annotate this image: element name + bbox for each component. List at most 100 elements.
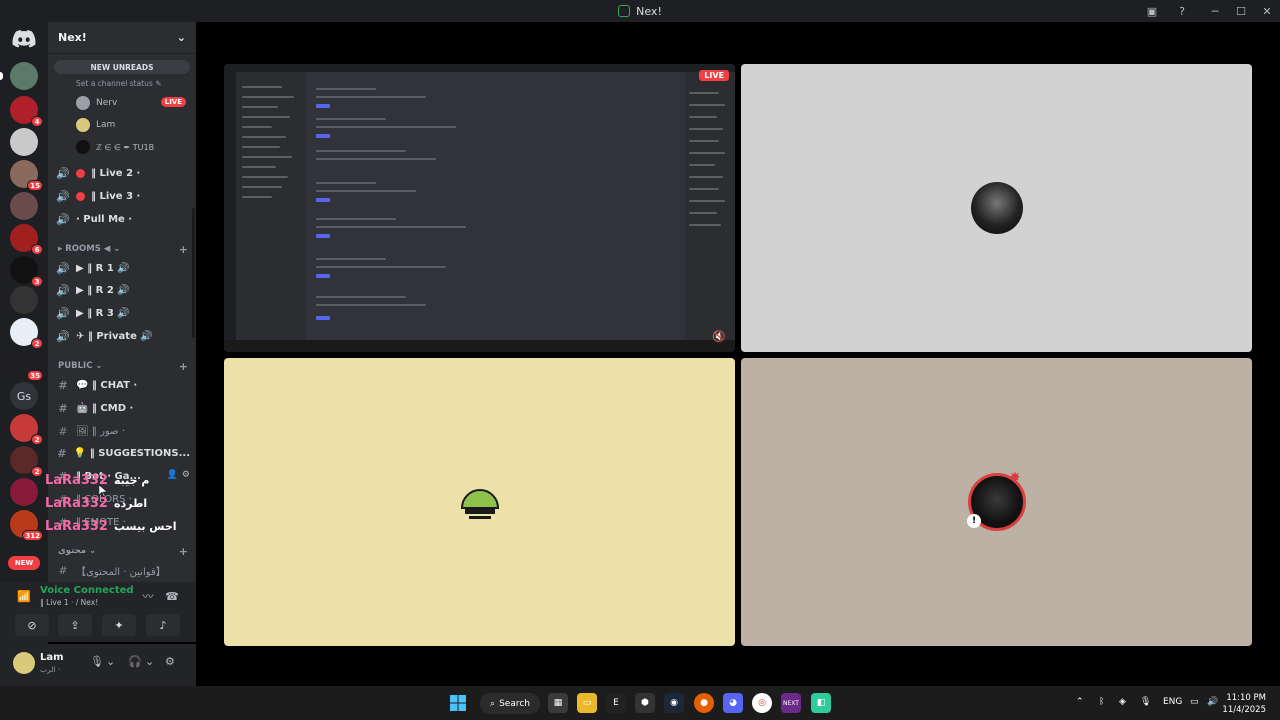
mention-badge: 312 xyxy=(22,530,43,541)
volume-icon[interactable]: 🔊 xyxy=(1207,697,1218,707)
help-icon[interactable]: ? xyxy=(1174,3,1190,19)
next-app-icon[interactable]: NEXT xyxy=(781,693,801,713)
soundboard-button[interactable]: ♪ xyxy=(146,614,180,636)
app-icon[interactable]: ⬢ xyxy=(635,693,655,713)
server-icon[interactable]: 2 xyxy=(10,318,43,349)
server-icon[interactable] xyxy=(10,286,38,314)
headphones-icon[interactable]: 🎧 xyxy=(128,655,142,668)
text-channel[interactable]: # 💡 ‖ SUGGESTIONS... xyxy=(56,444,190,462)
server-icon[interactable]: Gs xyxy=(10,382,38,410)
speaker-icon: 🔊 xyxy=(56,166,70,180)
discord-home-icon[interactable] xyxy=(12,30,36,48)
category-public[interactable]: PUBLIC ⌄ + xyxy=(58,359,188,373)
add-channel-icon[interactable]: + xyxy=(179,545,188,558)
server-icon[interactable]: 3 xyxy=(10,256,43,287)
clock[interactable]: 11:10 PM 11/4/2025 xyxy=(1222,692,1266,716)
chrome-icon[interactable]: ◎ xyxy=(752,693,772,713)
camera-button[interactable]: ⊘ xyxy=(15,614,49,636)
voice-channel-info[interactable]: ‖ Live 1 · / Nex! xyxy=(40,598,98,607)
store-icon[interactable]: ▦ xyxy=(548,693,568,713)
category-rooms[interactable]: ▸ ROOMS ◀ ⌄ + xyxy=(58,242,188,256)
participant-tile[interactable] xyxy=(224,358,735,646)
voice-channel[interactable]: 🔊 ‖ Live 2 · xyxy=(56,164,190,182)
noise-suppression-icon[interactable]: 〰 xyxy=(140,588,156,604)
text-channel[interactable]: # 【قوانين · المحتوى】 xyxy=(56,561,190,579)
windows-start-icon[interactable] xyxy=(448,693,468,713)
channel-label: ▶ ‖ R 2 🔊 xyxy=(76,284,130,296)
avatar[interactable] xyxy=(13,652,35,674)
speaker-icon: 🔊 xyxy=(56,306,70,320)
participant-tile[interactable]: ✸ ! xyxy=(741,358,1252,646)
screen-share-tile[interactable]: LIVE 🔇 xyxy=(224,64,735,352)
chevron-down-icon[interactable]: ⌄ xyxy=(106,655,115,668)
add-channel-icon[interactable]: + xyxy=(179,360,188,373)
new-unreads-pill[interactable]: NEW UNREADS xyxy=(54,60,190,74)
sidebar-scrollbar[interactable] xyxy=(192,208,195,338)
screen-share-button[interactable]: ⇪ xyxy=(58,614,92,636)
discord-icon[interactable]: ◕ xyxy=(723,693,743,713)
server-icon[interactable] xyxy=(10,192,38,220)
activities-button[interactable]: ✦ xyxy=(102,614,136,636)
stream-volume-icon[interactable]: 🔇 xyxy=(711,328,727,344)
guild-header[interactable]: Nex! ⌄ xyxy=(48,22,196,54)
category-content[interactable]: محتوى ⌄ + xyxy=(58,544,188,558)
add-channel-icon[interactable]: + xyxy=(179,243,188,256)
gear-icon[interactable]: ⚙ xyxy=(165,655,175,668)
voice-channel[interactable]: 🔊 ▶ ‖ R 3 🔊 xyxy=(56,304,190,322)
channel-status[interactable]: Set a channel status ✎ xyxy=(76,79,161,88)
warning-icon: ! xyxy=(967,514,981,528)
server-icon[interactable] xyxy=(10,128,38,156)
firefox-icon[interactable]: ● xyxy=(694,693,714,713)
server-icon[interactable]: 2 xyxy=(10,446,43,477)
file-explorer-icon[interactable]: ▭ xyxy=(577,693,597,713)
language-indicator[interactable]: ENG xyxy=(1163,697,1182,707)
voice-status[interactable]: Voice Connected xyxy=(40,585,134,596)
speaker-icon: 🔊 xyxy=(56,212,70,226)
invite-icon[interactable]: 👤 xyxy=(167,470,178,480)
hashtag-icon: # xyxy=(58,378,68,392)
new-servers-pill[interactable]: NEW xyxy=(8,556,40,570)
taskbar-search[interactable]: ⌕ Search xyxy=(480,693,540,714)
channel-label: 🤖 ‖ CMD · xyxy=(76,402,134,414)
signal-icon[interactable]: 📶 xyxy=(16,588,32,604)
maximize-button[interactable]: ☐ xyxy=(1228,0,1254,22)
epic-games-icon[interactable]: E xyxy=(606,693,626,713)
nex-app-icon[interactable]: ◧ xyxy=(811,693,831,713)
screen-icon[interactable]: ▣ xyxy=(1144,3,1160,19)
voice-user[interactable]: Nerv xyxy=(76,94,117,112)
user-name[interactable]: Lam xyxy=(40,652,64,663)
chevron-down-icon[interactable]: ⌄ xyxy=(145,655,154,668)
microphone-icon[interactable]: 🎙 xyxy=(1140,697,1151,707)
network-icon[interactable]: ◈ xyxy=(1119,697,1126,707)
server-icon[interactable]: 2 xyxy=(10,414,43,445)
voice-user[interactable]: ℤ ∈ ∈ ✒ TU1B xyxy=(76,138,154,156)
server-icon[interactable]: 4 xyxy=(10,96,43,127)
microphone-icon[interactable]: 🎙 xyxy=(90,655,104,668)
server-icon[interactable]: 35 xyxy=(10,350,43,381)
text-channel[interactable]: # 💬 ‖ CHAT · xyxy=(56,376,190,394)
server-icon[interactable]: 15 xyxy=(10,160,43,191)
voice-channel[interactable]: 🔊 ‖ Live 3 · xyxy=(56,187,190,205)
bluetooth-icon[interactable]: ᛒ xyxy=(1099,697,1104,707)
display-icon[interactable]: ▭ xyxy=(1190,697,1199,707)
mention-badge: 35 xyxy=(27,370,43,381)
voice-channel[interactable]: 🔊 ✈ ‖ Private 🔊 xyxy=(56,327,190,345)
server-icon[interactable]: 312 xyxy=(10,510,43,541)
participant-tile[interactable] xyxy=(741,64,1252,352)
voice-channel[interactable]: 🔊 ▶ ‖ R 2 🔊 xyxy=(56,281,190,299)
voice-channel[interactable]: 🔊 · Pull Me · xyxy=(56,210,190,228)
steam-icon[interactable]: ◉ xyxy=(664,693,684,713)
server-icon[interactable] xyxy=(0,62,38,90)
gear-icon[interactable]: ⚙ xyxy=(182,470,190,480)
channel-label: ▶ ‖ R 3 🔊 xyxy=(76,307,130,319)
close-button[interactable]: ✕ xyxy=(1254,0,1280,22)
server-icon[interactable] xyxy=(10,478,38,506)
server-icon[interactable]: 6 xyxy=(10,224,43,255)
text-channel[interactable]: # 🖼 ‖ صور · xyxy=(56,422,190,440)
voice-user[interactable]: Lam xyxy=(76,116,115,134)
text-channel[interactable]: # 🤖 ‖ CMD · xyxy=(56,399,190,417)
voice-channel[interactable]: 🔊 ▶ ‖ R 1 🔊 xyxy=(56,259,190,277)
chevron-up-icon[interactable]: ⌃ xyxy=(1076,697,1084,707)
disconnect-icon[interactable]: ☎ xyxy=(164,588,180,604)
minimize-button[interactable]: ─ xyxy=(1202,0,1228,22)
